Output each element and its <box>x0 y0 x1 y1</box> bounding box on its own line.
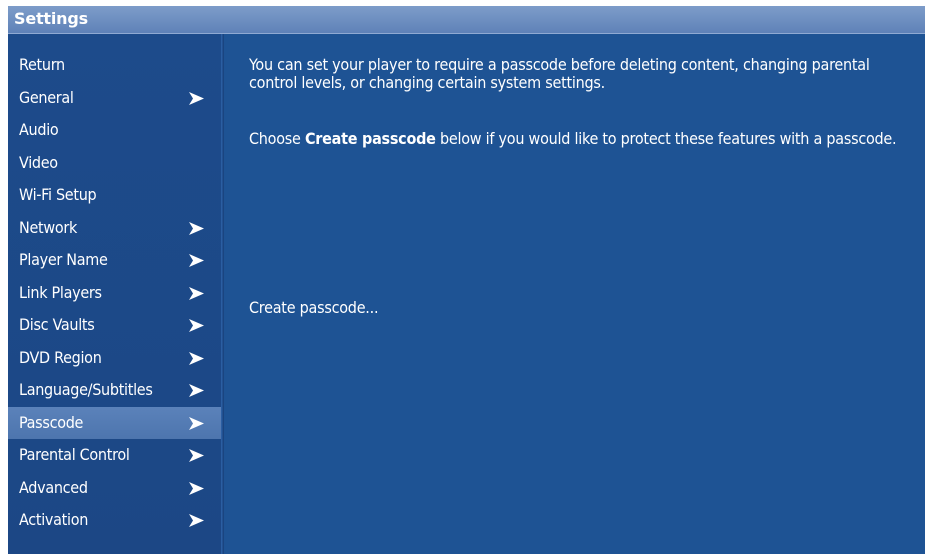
instruction-suffix: below if you would like to protect these… <box>435 129 897 148</box>
passcode-description: You can set your player to require a pas… <box>249 55 870 92</box>
sidebar-item-label: Advanced <box>19 477 88 497</box>
sidebar-item-activation[interactable]: Activation <box>8 504 221 537</box>
sidebar-item-advanced[interactable]: Advanced <box>8 472 221 505</box>
sidebar-item-label: Parental Control <box>19 445 130 464</box>
sidebar-item-dvd-region[interactable]: DVD Region <box>8 342 221 375</box>
sidebar-item-label: Link Players <box>19 282 102 302</box>
chevron-right-icon <box>188 351 204 365</box>
sidebar-item-label: Disc Vaults <box>19 315 95 334</box>
sidebar-item-wi-fi-setup[interactable]: Wi-Fi Setup <box>8 179 221 212</box>
sidebar-item-label: Activation <box>19 510 89 529</box>
sidebar-item-link-players[interactable]: Link Players <box>8 277 221 310</box>
instruction-prefix: Choose <box>249 129 305 148</box>
chevron-right-icon <box>188 514 204 527</box>
chevron-right-icon <box>188 384 204 397</box>
title-bar: Settings <box>8 6 925 34</box>
sidebar-item-label: Audio <box>19 120 59 139</box>
chevron-right-icon <box>188 481 204 495</box>
sidebar-item-disc-vaults[interactable]: Disc Vaults <box>8 309 221 342</box>
settings-screen: Settings Return General Audio Video Wi-Fi Se… <box>8 6 925 554</box>
chevron-right-icon <box>188 254 204 267</box>
sidebar-item-label: DVD Region <box>19 347 102 367</box>
sidebar-item-passcode[interactable]: Passcode <box>8 406 221 439</box>
chevron-right-icon <box>188 319 204 332</box>
create-passcode-button[interactable]: Create passcode... <box>249 298 379 318</box>
sidebar-item-network[interactable]: Network <box>8 212 221 245</box>
sidebar-item-label: Player Name <box>19 250 108 269</box>
sidebar-item-audio[interactable]: Audio <box>8 114 221 147</box>
sidebar-item-label: Network <box>19 217 77 237</box>
sidebar-item-language-subtitles[interactable]: Language/Subtitles <box>8 374 221 407</box>
passcode-panel: You can set your player to require a pas… <box>224 34 925 554</box>
sidebar-item-label: Language/Subtitles <box>19 380 153 399</box>
chevron-right-icon <box>188 221 204 235</box>
passcode-instruction: Choose Create passcode below if you woul… <box>249 130 919 148</box>
sidebar-item-video[interactable]: Video <box>8 147 221 180</box>
sidebar-item-label: Wi-Fi Setup <box>19 185 97 204</box>
sidebar-item-label: Video <box>19 152 58 172</box>
window-title: Settings <box>14 9 88 28</box>
sidebar-item-player-name[interactable]: Player Name <box>8 244 221 277</box>
sidebar-item-return[interactable]: Return <box>8 49 221 82</box>
sidebar-item-label: Passcode <box>19 412 84 432</box>
chevron-right-icon <box>188 449 204 462</box>
sidebar-item-general[interactable]: General <box>8 82 221 115</box>
sidebar-item-parental-control[interactable]: Parental Control <box>8 439 221 472</box>
sidebar-item-label: General <box>19 87 74 107</box>
settings-sidebar: Return General Audio Video Wi-Fi Setup Networ… <box>8 34 221 554</box>
chevron-right-icon <box>188 286 204 300</box>
chevron-right-icon <box>188 416 204 430</box>
settings-menu: Return General Audio Video Wi-Fi Setup Networ… <box>8 49 221 537</box>
sidebar-item-label: Return <box>19 55 65 74</box>
instruction-bold-label: Create passcode <box>304 129 436 148</box>
chevron-right-icon <box>188 91 204 105</box>
